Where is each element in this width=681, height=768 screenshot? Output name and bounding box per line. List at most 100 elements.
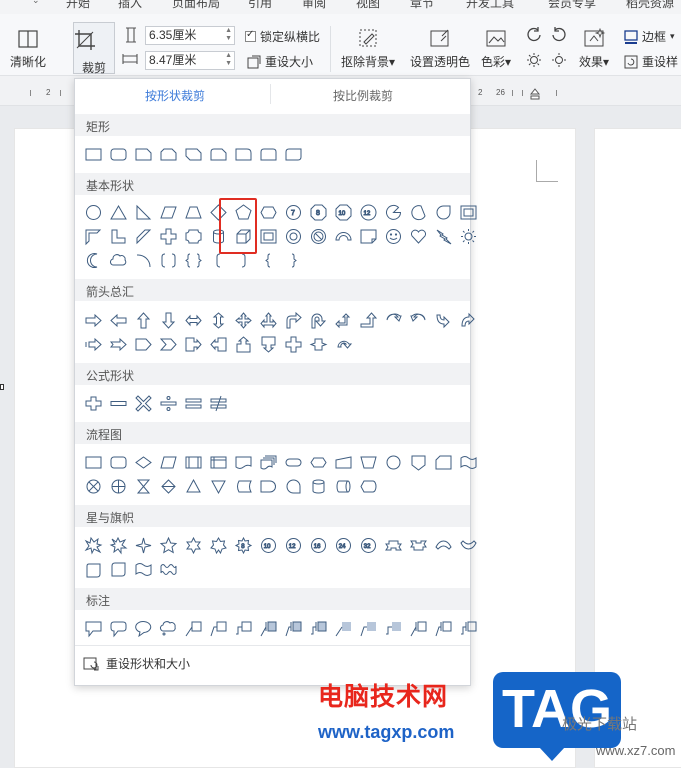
- tab-references[interactable]: 引用: [248, 0, 272, 11]
- chevron-shape-icon[interactable]: [158, 334, 179, 355]
- striped-right-arrow-shape-icon[interactable]: [83, 334, 104, 355]
- tab-page-layout[interactable]: 页面布局: [172, 0, 220, 11]
- folded-corner-shape-icon[interactable]: [358, 226, 379, 247]
- flowchart-predefined-process-shape-icon[interactable]: [183, 452, 204, 473]
- bent-arrow-shape-icon[interactable]: [283, 310, 304, 331]
- snip-diagonal-rectangle-shape-icon[interactable]: [183, 144, 204, 165]
- explosion-1-shape-icon[interactable]: [83, 535, 104, 556]
- wave-shape-icon[interactable]: [133, 559, 154, 580]
- reset-style-button[interactable]: 重设样: [624, 53, 678, 70]
- sun-shape-icon[interactable]: [458, 226, 479, 247]
- up-arrow-shape-icon[interactable]: [133, 310, 154, 331]
- donut-shape-icon[interactable]: [283, 226, 304, 247]
- remove-background-button[interactable]: 抠除背景▾: [341, 28, 395, 70]
- notched-right-arrow-shape-icon[interactable]: [108, 334, 129, 355]
- up-arrow-callout-shape-icon[interactable]: [233, 334, 254, 355]
- rotate-right-icon[interactable]: [551, 26, 567, 42]
- tab-crop-by-shape[interactable]: 按形状裁剪: [145, 87, 205, 104]
- left-right-arrow-shape-icon[interactable]: [183, 310, 204, 331]
- flowchart-internal-storage-shape-icon[interactable]: [208, 452, 229, 473]
- decagon-10-shape-icon[interactable]: 10: [333, 202, 354, 223]
- star-7-point-shape-icon[interactable]: [208, 535, 229, 556]
- star-12-point-shape-icon[interactable]: 12: [283, 535, 304, 556]
- heart-shape-icon[interactable]: [408, 226, 429, 247]
- crop-button[interactable]: 裁剪: [73, 22, 115, 75]
- chevron-down-icon[interactable]: ⌄: [32, 0, 40, 6]
- double-wave-shape-icon[interactable]: [158, 559, 179, 580]
- tab-chapter[interactable]: 章节: [410, 0, 434, 11]
- left-arrow-callout-shape-icon[interactable]: [208, 334, 229, 355]
- rotate-left-icon[interactable]: [526, 26, 542, 42]
- cloud-shape-icon[interactable]: [108, 250, 129, 271]
- tab-review[interactable]: 审阅: [302, 0, 326, 11]
- line-callout-no-border-1-shape-icon[interactable]: [333, 618, 354, 639]
- bent-up-arrow-shape-icon[interactable]: [358, 310, 379, 331]
- not-equal-shape-icon[interactable]: [208, 393, 229, 414]
- height-input[interactable]: 6.35厘米 ▲ ▼: [145, 26, 235, 45]
- curved-left-arrow-shape-icon[interactable]: [408, 310, 429, 331]
- arc-shape-icon[interactable]: [133, 250, 154, 271]
- tab-view[interactable]: 视图: [356, 0, 380, 11]
- tab-home[interactable]: 开始: [66, 0, 90, 11]
- parallelogram-shape-icon[interactable]: [158, 202, 179, 223]
- color-button[interactable]: 色彩▾: [481, 28, 511, 70]
- set-transparent-color-button[interactable]: 设置透明色: [410, 28, 470, 70]
- cloud-callout-shape-icon[interactable]: [158, 618, 179, 639]
- flowchart-offpage-connector-shape-icon[interactable]: [408, 452, 429, 473]
- left-brace-shape-icon[interactable]: [258, 250, 279, 271]
- left-right-arrow-callout-shape-icon[interactable]: [308, 334, 329, 355]
- down-arrow-shape-icon[interactable]: [158, 310, 179, 331]
- horizontal-scroll-shape-icon[interactable]: [108, 559, 129, 580]
- left-up-arrow-shape-icon[interactable]: [333, 310, 354, 331]
- snip-corner-rectangle-shape-icon[interactable]: [133, 144, 154, 165]
- rounded-rectangular-callout-shape-icon[interactable]: [108, 618, 129, 639]
- flowchart-magnetic-disk-shape-icon[interactable]: [308, 476, 329, 497]
- bevel-shape-icon[interactable]: [258, 226, 279, 247]
- plus-shape-icon[interactable]: [83, 393, 104, 414]
- pie-shape-icon[interactable]: [383, 202, 404, 223]
- frame-shape-icon[interactable]: [458, 202, 479, 223]
- plaque-shape-icon[interactable]: [183, 226, 204, 247]
- flowchart-decision-shape-icon[interactable]: [133, 452, 154, 473]
- minus-shape-icon[interactable]: [108, 393, 129, 414]
- pentagon-arrow-shape-icon[interactable]: [133, 334, 154, 355]
- tab-crop-by-ratio[interactable]: 按比例裁剪: [333, 87, 393, 104]
- octagon-8-shape-icon[interactable]: 8: [308, 202, 329, 223]
- left-right-up-arrow-shape-icon[interactable]: [258, 310, 279, 331]
- flowchart-document-shape-icon[interactable]: [233, 452, 254, 473]
- round-same-side-rectangle-shape-icon[interactable]: [258, 144, 279, 165]
- snip-same-side-rectangle-shape-icon[interactable]: [158, 144, 179, 165]
- flowchart-data-shape-icon[interactable]: [158, 452, 179, 473]
- u-turn-arrow-shape-icon[interactable]: [308, 310, 329, 331]
- chord-shape-icon[interactable]: [408, 202, 429, 223]
- reset-shape-and-size-button[interactable]: 重设形状和大小: [83, 655, 190, 672]
- flowchart-punched-tape-shape-icon[interactable]: [458, 452, 479, 473]
- flowchart-sequential-access-storage-shape-icon[interactable]: [283, 476, 304, 497]
- double-brace-shape-icon[interactable]: [183, 250, 204, 271]
- flowchart-delay-shape-icon[interactable]: [258, 476, 279, 497]
- flowchart-card-shape-icon[interactable]: [433, 452, 454, 473]
- flowchart-display-shape-icon[interactable]: [358, 476, 379, 497]
- flowchart-manual-operation-shape-icon[interactable]: [358, 452, 379, 473]
- flowchart-terminator-shape-icon[interactable]: [283, 452, 304, 473]
- border-button[interactable]: 边框 ▾: [624, 28, 675, 45]
- moon-shape-icon[interactable]: [83, 250, 104, 271]
- down-arrow-callout-shape-icon[interactable]: [258, 334, 279, 355]
- block-arc-shape-icon[interactable]: [333, 226, 354, 247]
- triangle-shape-icon[interactable]: [108, 202, 129, 223]
- flowchart-connector-shape-icon[interactable]: [383, 452, 404, 473]
- indent-marker-icon[interactable]: [530, 88, 540, 100]
- flowchart-summing-junction-shape-icon[interactable]: [83, 476, 104, 497]
- stepper-arrows-icon[interactable]: ▲ ▼: [225, 27, 232, 43]
- line-callout-1-shape-icon[interactable]: [183, 618, 204, 639]
- effects-button[interactable]: 效果▾: [579, 28, 609, 70]
- star-16-point-shape-icon[interactable]: 16: [308, 535, 329, 556]
- curved-down-ribbon-shape-icon[interactable]: [458, 535, 479, 556]
- heptagon-7-shape-icon[interactable]: 7: [283, 202, 304, 223]
- explosion-2-shape-icon[interactable]: [108, 535, 129, 556]
- round-diagonal-rectangle-shape-icon[interactable]: [283, 144, 304, 165]
- quad-arrow-shape-icon[interactable]: [233, 310, 254, 331]
- flowchart-manual-input-shape-icon[interactable]: [333, 452, 354, 473]
- curved-up-arrow-shape-icon[interactable]: [433, 310, 454, 331]
- flowchart-extract-shape-icon[interactable]: [183, 476, 204, 497]
